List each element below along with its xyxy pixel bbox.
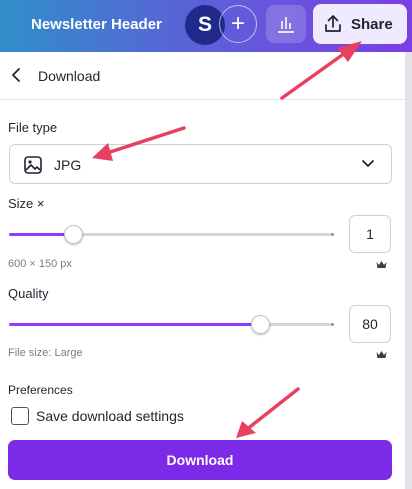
add-collaborator-button[interactable]: +: [219, 5, 257, 43]
bar-chart-icon: [278, 17, 294, 33]
quality-value: 80: [362, 316, 378, 332]
download-button-label: Download: [166, 452, 234, 468]
size-slider-end: [331, 233, 334, 236]
save-settings-checkbox[interactable]: [11, 407, 29, 425]
crown-icon: [376, 261, 387, 268]
top-toolbar: Newsletter Header S + Share: [0, 0, 412, 52]
preferences-label: Preferences: [8, 383, 73, 397]
plus-icon: +: [230, 10, 245, 37]
download-button[interactable]: Download: [8, 440, 392, 480]
save-settings-label[interactable]: Save download settings: [36, 408, 184, 424]
size-slider-thumb[interactable]: [64, 225, 84, 244]
file-type-value: JPG: [54, 157, 82, 173]
quality-label: Quality: [8, 286, 49, 301]
download-panel: Download File type JPG Size × 1 600 × 15…: [0, 52, 405, 489]
panel-header: Download: [0, 52, 405, 100]
chevron-left-icon[interactable]: [9, 67, 25, 83]
quality-slider-end: [331, 323, 334, 326]
share-upload-icon: [325, 15, 341, 32]
share-label: Share: [351, 15, 393, 33]
size-label: Size ×: [8, 196, 45, 211]
size-dimensions: 600 × 150 px: [8, 258, 72, 270]
image-icon: [24, 156, 42, 174]
size-value: 1: [366, 226, 374, 242]
size-slider[interactable]: [9, 225, 334, 244]
chevron-down-icon: [362, 160, 374, 167]
panel-title: Download: [38, 68, 101, 84]
file-type-select[interactable]: JPG: [9, 144, 392, 184]
size-input[interactable]: 1: [349, 215, 391, 253]
quality-slider-fill: [9, 323, 261, 326]
quality-input[interactable]: 80: [349, 305, 391, 343]
quality-slider-thumb[interactable]: [251, 315, 271, 334]
file-size-text: File size: Large: [8, 347, 83, 359]
file-type-label: File type: [8, 120, 58, 135]
quality-slider[interactable]: [9, 315, 334, 334]
crown-icon: [376, 351, 387, 358]
avatar-initial: S: [197, 13, 212, 36]
share-button[interactable]: Share: [313, 4, 407, 44]
insights-button[interactable]: [266, 5, 306, 43]
canvas-edge: [405, 52, 412, 489]
design-title[interactable]: Newsletter Header: [31, 16, 162, 33]
